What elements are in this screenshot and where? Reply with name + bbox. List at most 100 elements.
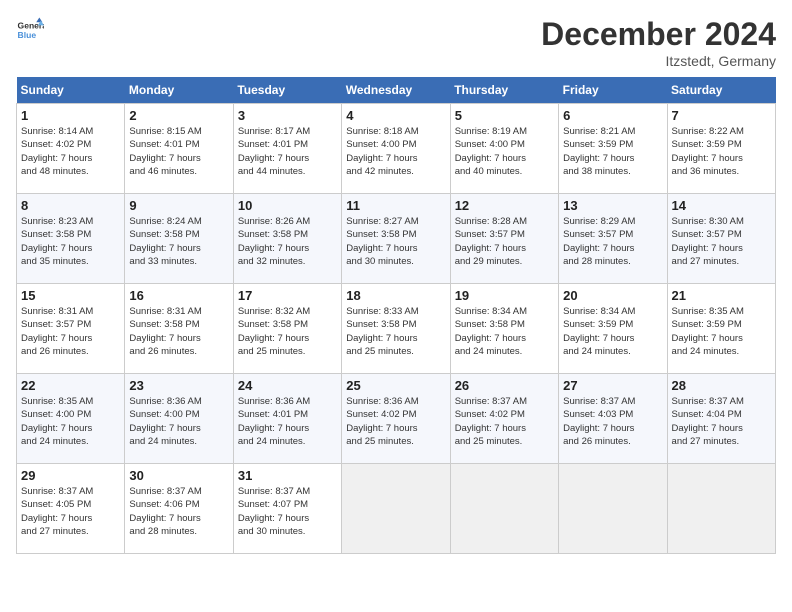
day-cell: 18 Sunrise: 8:33 AM Sunset: 3:58 PM Dayli…: [342, 284, 450, 374]
day-number: 9: [129, 198, 228, 213]
day-info: Sunrise: 8:18 AM Sunset: 4:00 PM Dayligh…: [346, 125, 445, 178]
header-saturday: Saturday: [667, 77, 775, 104]
day-number: 8: [21, 198, 120, 213]
day-info: Sunrise: 8:32 AM Sunset: 3:58 PM Dayligh…: [238, 305, 337, 358]
week-row-2: 8 Sunrise: 8:23 AM Sunset: 3:58 PM Daylig…: [17, 194, 776, 284]
day-cell: 30 Sunrise: 8:37 AM Sunset: 4:06 PM Dayli…: [125, 464, 233, 554]
logo: General Blue: [16, 16, 44, 44]
day-info: Sunrise: 8:33 AM Sunset: 3:58 PM Dayligh…: [346, 305, 445, 358]
day-number: 19: [455, 288, 554, 303]
day-info: Sunrise: 8:27 AM Sunset: 3:58 PM Dayligh…: [346, 215, 445, 268]
day-cell: 29 Sunrise: 8:37 AM Sunset: 4:05 PM Dayli…: [17, 464, 125, 554]
day-number: 6: [563, 108, 662, 123]
day-cell: 8 Sunrise: 8:23 AM Sunset: 3:58 PM Daylig…: [17, 194, 125, 284]
day-cell: 7 Sunrise: 8:22 AM Sunset: 3:59 PM Daylig…: [667, 104, 775, 194]
day-info: Sunrise: 8:15 AM Sunset: 4:01 PM Dayligh…: [129, 125, 228, 178]
svg-text:Blue: Blue: [18, 30, 37, 40]
day-info: Sunrise: 8:17 AM Sunset: 4:01 PM Dayligh…: [238, 125, 337, 178]
day-cell: [342, 464, 450, 554]
day-cell: 2Sunrise: 8:15 AM Sunset: 4:01 PM Daylig…: [125, 104, 233, 194]
day-cell: 26Sunrise: 8:37 AM Sunset: 4:02 PM Dayli…: [450, 374, 558, 464]
day-number: 22: [21, 378, 120, 393]
day-number: 12: [455, 198, 554, 213]
calendar-subtitle: Itzstedt, Germany: [541, 53, 776, 69]
day-info: Sunrise: 8:30 AM Sunset: 3:57 PM Dayligh…: [672, 215, 771, 268]
day-cell: 11 Sunrise: 8:27 AM Sunset: 3:58 PM Dayli…: [342, 194, 450, 284]
day-info: Sunrise: 8:19 AM Sunset: 4:00 PM Dayligh…: [455, 125, 554, 178]
day-cell: 6 Sunrise: 8:21 AM Sunset: 3:59 PM Daylig…: [559, 104, 667, 194]
day-cell: 20Sunrise: 8:34 AM Sunset: 3:59 PM Dayli…: [559, 284, 667, 374]
day-info: Sunrise: 8:31 AM Sunset: 3:58 PM Dayligh…: [129, 305, 228, 358]
day-info: Sunrise: 8:14 AM Sunset: 4:02 PM Dayligh…: [21, 125, 120, 178]
day-cell: [450, 464, 558, 554]
day-info: Sunrise: 8:24 AM Sunset: 3:58 PM Dayligh…: [129, 215, 228, 268]
day-cell: 31Sunrise: 8:37 AM Sunset: 4:07 PM Dayli…: [233, 464, 341, 554]
day-cell: 23Sunrise: 8:36 AM Sunset: 4:00 PM Dayli…: [125, 374, 233, 464]
day-number: 27: [563, 378, 662, 393]
day-cell: 24 Sunrise: 8:36 AM Sunset: 4:01 PM Dayli…: [233, 374, 341, 464]
day-cell: [667, 464, 775, 554]
day-number: 21: [672, 288, 771, 303]
day-cell: 5 Sunrise: 8:19 AM Sunset: 4:00 PM Daylig…: [450, 104, 558, 194]
day-info: Sunrise: 8:37 AM Sunset: 4:05 PM Dayligh…: [21, 485, 120, 538]
day-info: Sunrise: 8:36 AM Sunset: 4:02 PM Dayligh…: [346, 395, 445, 448]
day-cell: 21Sunrise: 8:35 AM Sunset: 3:59 PM Dayli…: [667, 284, 775, 374]
day-info: Sunrise: 8:28 AM Sunset: 3:57 PM Dayligh…: [455, 215, 554, 268]
day-number: 3: [238, 108, 337, 123]
day-number: 31: [238, 468, 337, 483]
header-monday: Monday: [125, 77, 233, 104]
day-number: 25: [346, 378, 445, 393]
header-thursday: Thursday: [450, 77, 558, 104]
day-cell: 4Sunrise: 8:18 AM Sunset: 4:00 PM Daylig…: [342, 104, 450, 194]
day-cell: 17Sunrise: 8:32 AM Sunset: 3:58 PM Dayli…: [233, 284, 341, 374]
day-cell: 16 Sunrise: 8:31 AM Sunset: 3:58 PM Dayli…: [125, 284, 233, 374]
day-number: 26: [455, 378, 554, 393]
page-header: General Blue December 2024 Itzstedt, Ger…: [16, 16, 776, 69]
day-number: 1: [21, 108, 120, 123]
day-info: Sunrise: 8:22 AM Sunset: 3:59 PM Dayligh…: [672, 125, 771, 178]
week-row-4: 22Sunrise: 8:35 AM Sunset: 4:00 PM Dayli…: [17, 374, 776, 464]
week-row-3: 15 Sunrise: 8:31 AM Sunset: 3:57 PM Dayli…: [17, 284, 776, 374]
day-cell: 9 Sunrise: 8:24 AM Sunset: 3:58 PM Daylig…: [125, 194, 233, 284]
day-info: Sunrise: 8:37 AM Sunset: 4:03 PM Dayligh…: [563, 395, 662, 448]
day-info: Sunrise: 8:31 AM Sunset: 3:57 PM Dayligh…: [21, 305, 120, 358]
day-info: Sunrise: 8:26 AM Sunset: 3:58 PM Dayligh…: [238, 215, 337, 268]
day-info: Sunrise: 8:34 AM Sunset: 3:58 PM Dayligh…: [455, 305, 554, 358]
day-info: Sunrise: 8:23 AM Sunset: 3:58 PM Dayligh…: [21, 215, 120, 268]
day-number: 10: [238, 198, 337, 213]
day-number: 11: [346, 198, 445, 213]
logo-icon: General Blue: [16, 16, 44, 44]
day-cell: 1 Sunrise: 8:14 AM Sunset: 4:02 PM Daylig…: [17, 104, 125, 194]
day-info: Sunrise: 8:29 AM Sunset: 3:57 PM Dayligh…: [563, 215, 662, 268]
day-cell: [559, 464, 667, 554]
day-number: 29: [21, 468, 120, 483]
day-cell: 25 Sunrise: 8:36 AM Sunset: 4:02 PM Dayli…: [342, 374, 450, 464]
header-friday: Friday: [559, 77, 667, 104]
day-cell: 22Sunrise: 8:35 AM Sunset: 4:00 PM Dayli…: [17, 374, 125, 464]
day-info: Sunrise: 8:36 AM Sunset: 4:01 PM Dayligh…: [238, 395, 337, 448]
day-number: 23: [129, 378, 228, 393]
day-number: 18: [346, 288, 445, 303]
week-row-1: 1 Sunrise: 8:14 AM Sunset: 4:02 PM Daylig…: [17, 104, 776, 194]
header-sunday: Sunday: [17, 77, 125, 104]
day-info: Sunrise: 8:34 AM Sunset: 3:59 PM Dayligh…: [563, 305, 662, 358]
day-number: 16: [129, 288, 228, 303]
day-number: 30: [129, 468, 228, 483]
day-cell: 27 Sunrise: 8:37 AM Sunset: 4:03 PM Dayli…: [559, 374, 667, 464]
day-cell: 13Sunrise: 8:29 AM Sunset: 3:57 PM Dayli…: [559, 194, 667, 284]
day-info: Sunrise: 8:37 AM Sunset: 4:04 PM Dayligh…: [672, 395, 771, 448]
day-number: 15: [21, 288, 120, 303]
day-cell: 19 Sunrise: 8:34 AM Sunset: 3:58 PM Dayli…: [450, 284, 558, 374]
day-number: 7: [672, 108, 771, 123]
day-cell: 28 Sunrise: 8:37 AM Sunset: 4:04 PM Dayli…: [667, 374, 775, 464]
header-tuesday: Tuesday: [233, 77, 341, 104]
day-number: 24: [238, 378, 337, 393]
day-number: 28: [672, 378, 771, 393]
day-info: Sunrise: 8:37 AM Sunset: 4:06 PM Dayligh…: [129, 485, 228, 538]
day-cell: 14Sunrise: 8:30 AM Sunset: 3:57 PM Dayli…: [667, 194, 775, 284]
day-info: Sunrise: 8:21 AM Sunset: 3:59 PM Dayligh…: [563, 125, 662, 178]
day-cell: 10 Sunrise: 8:26 AM Sunset: 3:58 PM Dayli…: [233, 194, 341, 284]
day-number: 5: [455, 108, 554, 123]
day-cell: 12 Sunrise: 8:28 AM Sunset: 3:57 PM Dayli…: [450, 194, 558, 284]
calendar-table: SundayMondayTuesdayWednesdayThursdayFrid…: [16, 77, 776, 554]
